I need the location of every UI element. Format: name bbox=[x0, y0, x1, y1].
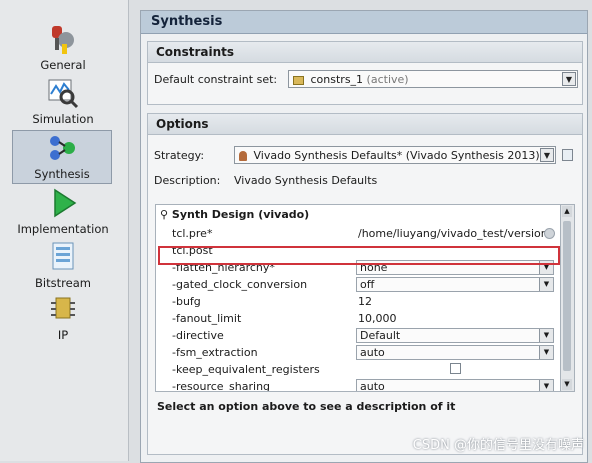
option-name: -keep_equivalent_registers bbox=[172, 363, 320, 376]
strategy-value: Vivado Synthesis Defaults* (Vivado Synth… bbox=[253, 149, 540, 162]
category-sidebar: General Simulation Synthesis Implementat… bbox=[0, 0, 129, 461]
sidebar-item-label: Synthesis bbox=[34, 167, 90, 181]
copy-strategy-icon[interactable] bbox=[562, 149, 573, 161]
browse-icon[interactable] bbox=[544, 228, 555, 239]
table-row[interactable]: -gated_clock_conversion off ▼ bbox=[156, 276, 560, 293]
synthesis-icon bbox=[50, 136, 75, 160]
table-row[interactable]: -fanout_limit 10,000 bbox=[156, 310, 560, 327]
options-group-title: Synth Design (vivado) bbox=[171, 208, 310, 221]
chevron-down-icon[interactable]: ▼ bbox=[540, 148, 554, 162]
collapse-icon[interactable]: ⚲ bbox=[160, 208, 168, 221]
page-title: Synthesis bbox=[141, 11, 587, 34]
sidebar-item-synthesis[interactable]: Synthesis bbox=[12, 130, 112, 184]
options-heading: Options bbox=[148, 114, 582, 135]
sidebar-item-label: IP bbox=[57, 328, 69, 342]
keep-equivalent-registers-checkbox[interactable] bbox=[450, 363, 461, 374]
options-group-header[interactable]: ⚲ Synth Design (vivado) bbox=[160, 208, 309, 221]
chevron-down-icon[interactable]: ▼ bbox=[539, 346, 553, 359]
scroll-thumb[interactable] bbox=[563, 221, 571, 371]
chevron-down-icon[interactable]: ▼ bbox=[539, 380, 553, 391]
table-row[interactable]: -fsm_extraction auto ▼ bbox=[156, 344, 560, 361]
description-value: Vivado Synthesis Defaults bbox=[234, 174, 378, 187]
options-scrollbar[interactable]: ▲ ▼ bbox=[560, 205, 574, 391]
option-value: auto bbox=[360, 346, 385, 359]
user-icon bbox=[239, 151, 247, 161]
option-value[interactable]: 10,000 bbox=[358, 310, 397, 327]
constraints-heading: Constraints bbox=[148, 42, 582, 63]
directive-dropdown[interactable]: Default ▼ bbox=[356, 328, 554, 343]
sidebar-item-label: Simulation bbox=[32, 112, 94, 126]
sidebar-item-implementation[interactable]: Implementation bbox=[0, 186, 126, 236]
option-name: tcl.pre* bbox=[172, 227, 213, 240]
constraints-section: Constraints Default constraint set: cons… bbox=[147, 41, 583, 105]
sidebar-item-bitstream[interactable]: Bitstream bbox=[0, 240, 126, 290]
table-row[interactable]: -keep_equivalent_registers bbox=[156, 361, 560, 378]
default-constraint-set-label: Default constraint set: bbox=[154, 73, 278, 86]
option-name: -directive bbox=[172, 329, 224, 342]
constraint-set-dropdown[interactable]: constrs_1 (active) ▼ bbox=[288, 70, 578, 88]
folder-icon bbox=[293, 75, 304, 85]
strategy-label: Strategy: bbox=[154, 149, 205, 162]
option-name: -fanout_limit bbox=[172, 312, 242, 325]
bitstream-icon bbox=[52, 242, 74, 270]
option-value: off bbox=[360, 278, 375, 291]
table-row[interactable]: -resource_sharing auto ▼ bbox=[156, 378, 560, 392]
fsm-extraction-dropdown[interactable]: auto ▼ bbox=[356, 345, 554, 360]
sidebar-item-label: General bbox=[40, 58, 86, 72]
scroll-up-icon[interactable]: ▲ bbox=[562, 206, 572, 217]
table-row[interactable]: -directive Default ▼ bbox=[156, 327, 560, 344]
table-row[interactable]: tcl.pre* /home/liuyang/vivado_test/versi… bbox=[156, 225, 560, 242]
resource-sharing-dropdown[interactable]: auto ▼ bbox=[356, 379, 554, 392]
option-value[interactable]: 12 bbox=[358, 293, 372, 310]
constraint-set-value: constrs_1 bbox=[310, 73, 364, 86]
option-name: -bufg bbox=[172, 295, 201, 308]
option-name: -fsm_extraction bbox=[172, 346, 258, 359]
sidebar-item-ip[interactable]: IP bbox=[0, 292, 126, 342]
chevron-down-icon[interactable]: ▼ bbox=[539, 278, 553, 291]
general-icon bbox=[52, 26, 74, 54]
options-table[interactable]: ⚲ Synth Design (vivado) tcl.pre* /home/l… bbox=[155, 204, 575, 392]
scroll-down-icon[interactable]: ▼ bbox=[562, 379, 572, 390]
option-value[interactable]: /home/liuyang/vivado_test/version bbox=[358, 225, 548, 242]
sidebar-item-general[interactable]: General bbox=[0, 22, 126, 72]
sidebar-item-simulation[interactable]: Simulation bbox=[0, 76, 126, 126]
watermark: CSDN @你的信号里没有噪声 bbox=[412, 438, 584, 453]
implementation-icon bbox=[54, 188, 77, 218]
sidebar-item-label: Implementation bbox=[17, 222, 109, 236]
sidebar-item-label: Bitstream bbox=[35, 276, 91, 290]
option-value: Default bbox=[360, 329, 401, 342]
option-name: -gated_clock_conversion bbox=[172, 278, 308, 291]
ip-icon bbox=[51, 297, 75, 319]
options-section: Options Strategy: Vivado Synthesis Defau… bbox=[147, 113, 583, 455]
constraint-set-suffix: (active) bbox=[366, 73, 409, 86]
chevron-down-icon[interactable]: ▼ bbox=[539, 329, 553, 342]
synthesis-panel: Synthesis Constraints Default constraint… bbox=[140, 10, 588, 463]
option-name: -resource_sharing bbox=[172, 380, 271, 392]
gated-clock-conversion-dropdown[interactable]: off ▼ bbox=[356, 277, 554, 292]
option-value: auto bbox=[360, 380, 385, 392]
simulation-icon bbox=[48, 79, 79, 109]
flatten-hierarchy-highlight bbox=[158, 246, 560, 265]
chevron-down-icon[interactable]: ▼ bbox=[562, 72, 576, 86]
table-row[interactable]: -bufg 12 bbox=[156, 293, 560, 310]
strategy-dropdown[interactable]: Vivado Synthesis Defaults* (Vivado Synth… bbox=[234, 146, 556, 164]
description-label: Description: bbox=[154, 174, 221, 187]
